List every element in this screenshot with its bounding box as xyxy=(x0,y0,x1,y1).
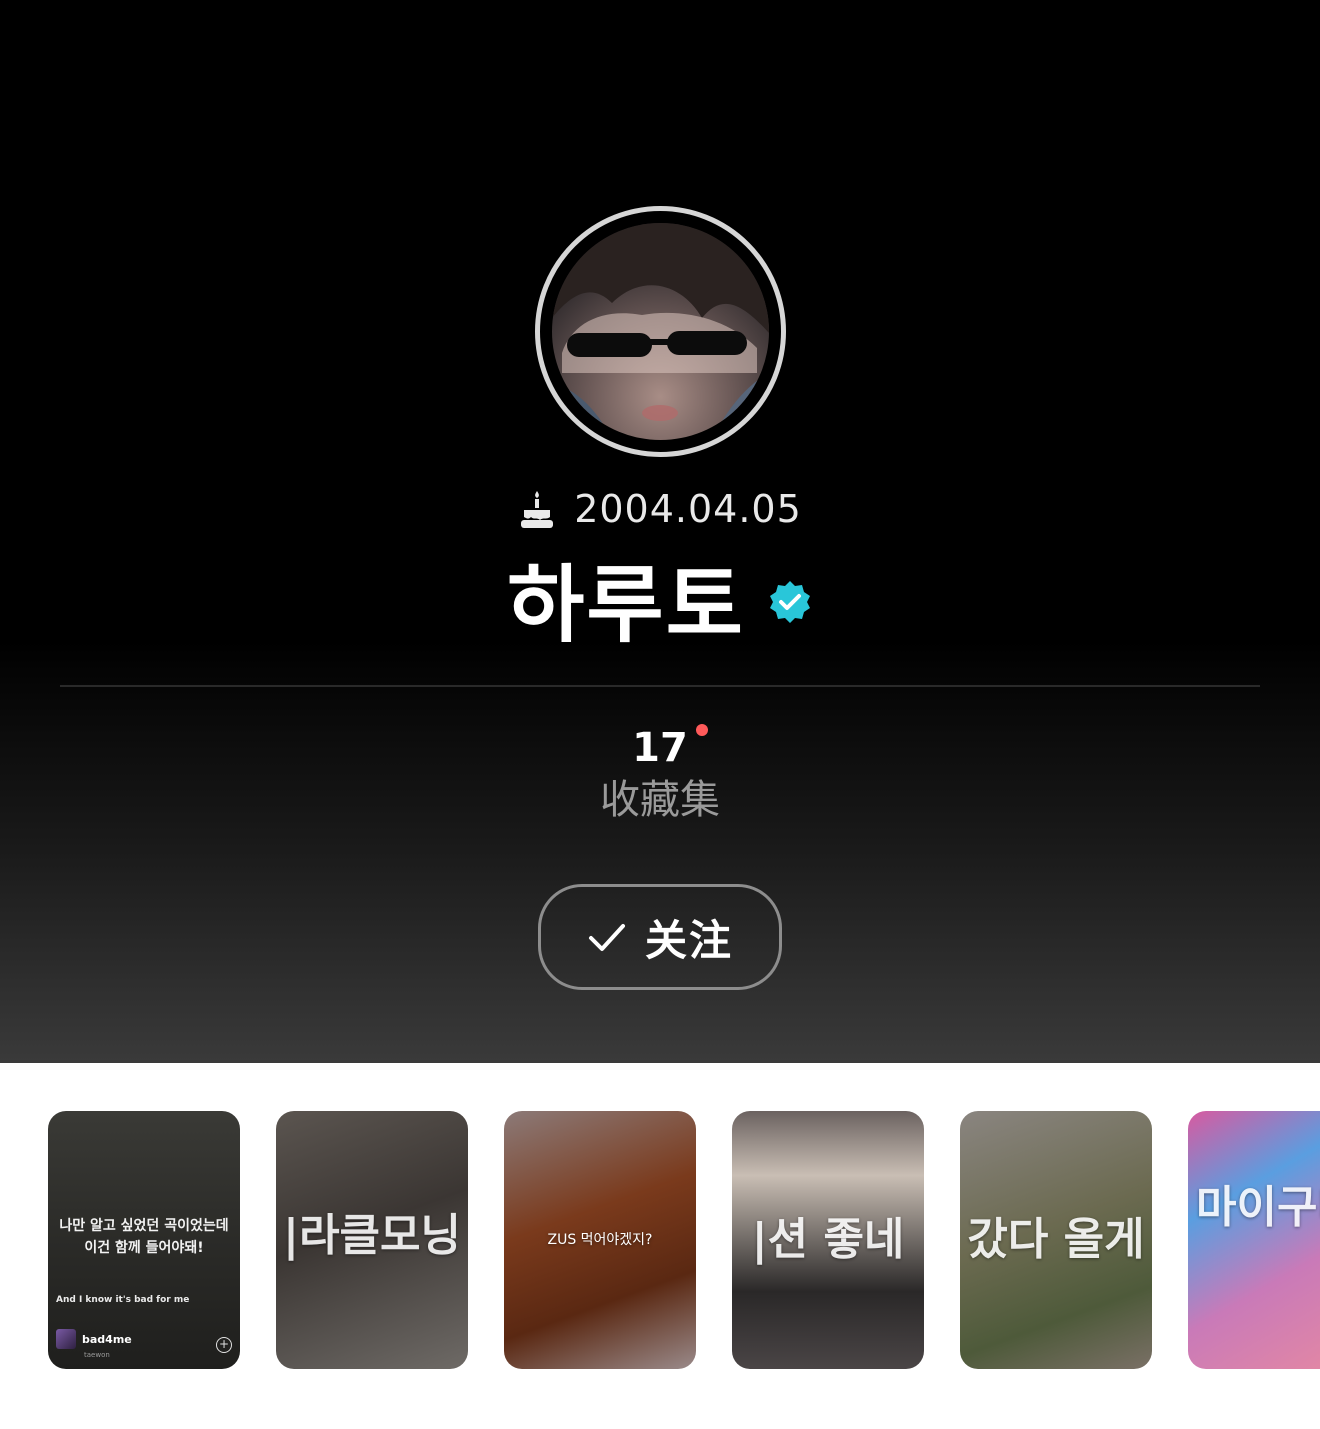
avatar-photo xyxy=(552,223,769,440)
story-card[interactable]: |션 좋네 xyxy=(732,1111,924,1369)
birthday-date: 2004.04.05 xyxy=(574,487,802,531)
collections-count: 17 xyxy=(632,722,708,774)
story-lyrics-line: 이건 함께 들어야돼! xyxy=(84,1240,204,1256)
collections-count-value: 17 xyxy=(632,725,688,771)
track-artist: taewon xyxy=(84,1351,110,1359)
check-icon xyxy=(588,924,625,951)
track-name: bad4me xyxy=(82,1332,132,1346)
story-caption: 갔다 올게 xyxy=(967,1214,1145,1265)
avatar[interactable] xyxy=(552,223,769,440)
story-card[interactable]: ZUS 먹어야겠지? xyxy=(504,1111,696,1369)
collections-label: 收藏集 xyxy=(600,777,720,823)
story-caption: ZUS 먹어야겠지? xyxy=(547,1232,653,1248)
story-lyrics: 나만 알고 싶었던 곡이었는데 이건 함께 들어야돼! xyxy=(48,1215,240,1259)
divider xyxy=(60,685,1260,687)
story-card[interactable]: |라클모닝 xyxy=(276,1111,468,1369)
profile-header: 2004.04.05 하루토 17 收藏集 关注 xyxy=(0,0,1320,1063)
avatar-ring xyxy=(535,206,786,457)
profile-name: 하루토 xyxy=(507,555,745,654)
story-track: bad4me xyxy=(56,1329,132,1349)
follow-button-label: 关注 xyxy=(644,915,733,965)
story-card[interactable]: 갔다 올게 xyxy=(960,1111,1152,1369)
story-card[interactable]: 마이구미 xyxy=(1188,1111,1320,1369)
verified-badge-icon xyxy=(769,581,810,623)
story-lyrics-line: 나만 알고 싶었던 곡이었는데 xyxy=(59,1218,229,1234)
stories-tray[interactable]: 나만 알고 싶었던 곡이었는데 이건 함께 들어야돼! And I know i… xyxy=(0,1063,1320,1429)
album-art xyxy=(56,1329,76,1349)
add-icon[interactable]: + xyxy=(216,1337,232,1353)
story-caption: |션 좋네 xyxy=(751,1214,905,1265)
story-caption: 마이구미 xyxy=(1196,1182,1320,1233)
name-row: 하루토 xyxy=(0,548,1320,654)
story-caption: |라클모닝 xyxy=(283,1210,461,1261)
cake-icon xyxy=(521,491,554,528)
story-lyric-quote: And I know it's bad for me xyxy=(56,1295,190,1305)
follow-button[interactable]: 关注 xyxy=(538,884,782,990)
collections-stat[interactable]: 17 收藏集 xyxy=(560,722,760,832)
new-indicator-dot xyxy=(695,724,708,736)
story-card[interactable]: 나만 알고 싶었던 곡이었는데 이건 함께 들어야돼! And I know i… xyxy=(48,1111,240,1369)
birthday-row: 2004.04.05 xyxy=(0,484,1320,534)
